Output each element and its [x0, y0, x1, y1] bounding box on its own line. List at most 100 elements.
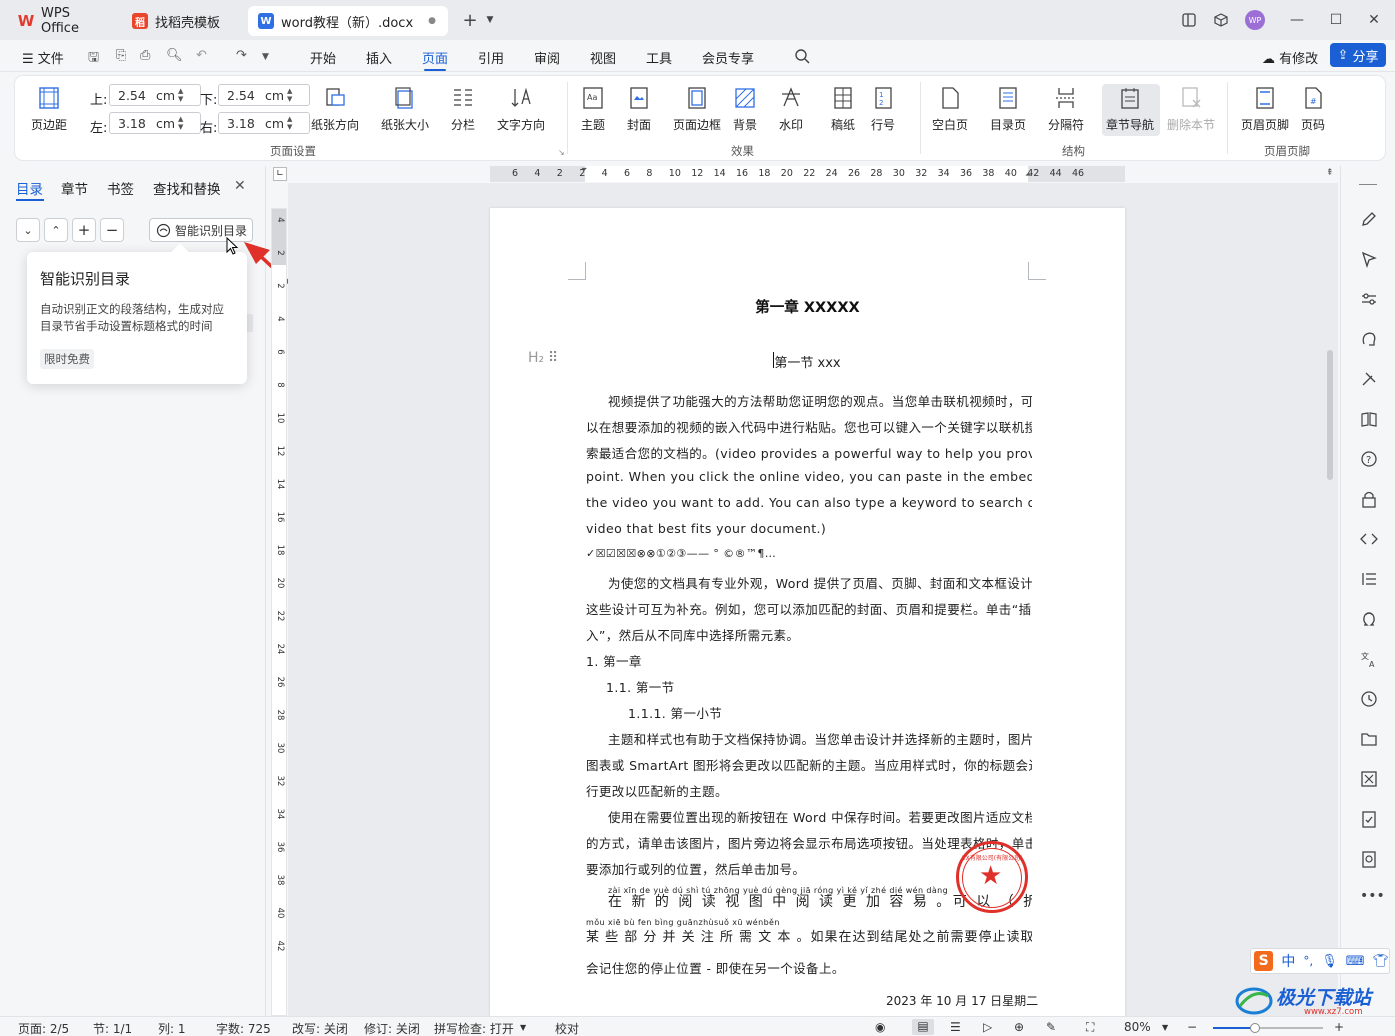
web-view-icon[interactable]: ⊕ — [1014, 1020, 1024, 1034]
tab-chapters[interactable]: 章节 — [61, 178, 88, 198]
header-footer-button[interactable]: 页眉页脚 — [1241, 86, 1289, 133]
redo-icon[interactable]: ↷ — [236, 48, 247, 63]
unsaved-dot-icon[interactable]: ● — [428, 16, 436, 26]
brain-icon[interactable] — [1360, 330, 1378, 348]
section-nav-button[interactable]: 章节导航 — [1106, 86, 1154, 133]
margins-button[interactable]: 页边距 — [31, 86, 67, 133]
chevron-down-icon[interactable]: ▼ — [520, 1023, 526, 1032]
document-check-icon[interactable] — [1360, 810, 1378, 828]
status-overtype[interactable]: 改写: 关闭 — [292, 1020, 348, 1036]
skin-icon[interactable]: 👕︎ — [1372, 954, 1389, 969]
status-section[interactable]: 节: 1/1 — [93, 1020, 132, 1036]
code-icon[interactable] — [1360, 530, 1378, 548]
print-preview-icon[interactable]: 🔍︎ — [166, 48, 183, 63]
avatar[interactable]: WP — [1245, 10, 1265, 30]
left-margin-field[interactable]: 3.18 cm ▲ ▼ — [109, 112, 201, 134]
menu-references[interactable]: 引用 — [478, 48, 504, 67]
stepper-icon[interactable]: ▲ ▼ — [178, 87, 190, 103]
status-page[interactable]: 页面: 2/5 — [18, 1020, 69, 1036]
status-words[interactable]: 字数: 725 — [216, 1020, 271, 1036]
lock-icon[interactable] — [1360, 490, 1378, 508]
paper-size-button[interactable]: 纸张大小 — [381, 86, 429, 133]
status-column[interactable]: 列: 1 — [158, 1020, 186, 1036]
play-icon[interactable]: ▷ — [983, 1020, 992, 1034]
separator-button[interactable]: 分隔符 — [1048, 86, 1084, 133]
collapse-button[interactable]: ⌄ — [16, 218, 40, 242]
theme-button[interactable]: Aa 主题 — [581, 86, 605, 133]
page-border-button[interactable]: 页面边框 — [673, 86, 721, 133]
blank-page-button[interactable]: 空白页 — [932, 86, 968, 133]
menu-insert[interactable]: 插入 — [366, 48, 392, 67]
folder-icon[interactable] — [1360, 730, 1378, 748]
has-changes-button[interactable]: ☁ 有修改 — [1262, 48, 1318, 67]
maximize-icon[interactable]: ☐ — [1326, 10, 1346, 30]
right-margin-field[interactable]: 3.18 cm ▲ ▼ — [218, 112, 310, 134]
pen-icon[interactable] — [1360, 210, 1378, 228]
zoom-in-icon[interactable]: + — [1334, 1020, 1344, 1034]
history-icon[interactable] — [1360, 690, 1378, 708]
chevron-down-icon[interactable]: ▼ — [480, 10, 500, 30]
punctuation-icon[interactable]: °, — [1303, 954, 1313, 968]
zoom-out-icon[interactable]: − — [1187, 1020, 1197, 1034]
search-icon[interactable] — [794, 48, 810, 64]
undo-icon[interactable]: ↶ — [196, 48, 207, 63]
save-icon[interactable]: 🖫 — [88, 48, 99, 70]
tools-icon[interactable] — [1360, 370, 1378, 388]
help-icon[interactable]: ? — [1360, 450, 1378, 468]
outline-icon[interactable] — [1360, 570, 1378, 588]
outline-view-icon[interactable]: ☰ — [950, 1020, 961, 1034]
tab-template[interactable]: 稻 找稻壳模板 — [122, 6, 244, 36]
expand-icon[interactable]: ↘ — [558, 148, 565, 157]
indent-marker-icon[interactable]: ⏷ — [581, 165, 587, 175]
new-tab-icon[interactable]: + — [460, 10, 480, 31]
zoom-dropdown-icon[interactable]: ▼ — [1162, 1023, 1168, 1032]
close-panel-icon[interactable]: ✕ — [234, 178, 246, 194]
pointer-icon[interactable] — [1360, 250, 1378, 268]
fit-page-icon[interactable]: ⛶ — [1086, 1020, 1094, 1035]
vertical-scrollbar[interactable] — [1327, 350, 1333, 480]
menu-view[interactable]: 视图 — [590, 48, 616, 67]
bottom-margin-field[interactable]: 2.54 cm ▲ ▼ — [218, 84, 310, 106]
manuscript-button[interactable]: 稿纸 — [831, 86, 855, 133]
translate-icon[interactable]: 文A — [1360, 650, 1378, 668]
zoom-slider-thumb[interactable] — [1250, 1023, 1260, 1033]
menu-member[interactable]: 会员专享 — [702, 48, 754, 67]
tab-document[interactable]: W word教程（新）.docx ● — [248, 6, 448, 36]
keyboard-icon[interactable]: ⌨ — [1346, 954, 1365, 969]
tab-find-replace[interactable]: 查找和替换 — [153, 178, 221, 198]
zoom-level[interactable]: 80% — [1124, 1020, 1151, 1034]
columns-button[interactable]: 分栏 — [451, 86, 475, 133]
stepper-icon[interactable]: ▲ ▼ — [178, 115, 190, 131]
symbol-icon[interactable] — [1360, 610, 1378, 628]
text-direction-button[interactable]: 文字方向 — [497, 86, 545, 133]
more-chevron-icon[interactable]: ▼ — [262, 52, 269, 62]
layout-icon[interactable] — [1179, 10, 1199, 30]
remove-heading-button[interactable]: − — [100, 218, 124, 242]
close-icon[interactable]: ✕ — [1364, 10, 1384, 30]
share-button[interactable]: ⇪ 分享 — [1330, 43, 1386, 67]
microphone-icon[interactable]: 🎙︎ — [1321, 954, 1338, 969]
document-search-icon[interactable] — [1360, 850, 1378, 868]
minimize-icon[interactable]: — — [1287, 10, 1307, 30]
print-icon[interactable]: ⎙ — [140, 48, 150, 63]
tab-bookmarks[interactable]: 书签 — [107, 178, 134, 198]
zoom-slider[interactable] — [1213, 1023, 1323, 1033]
eye-icon[interactable]: ◉ — [875, 1020, 885, 1034]
status-spellcheck[interactable]: 拼写检查: 打开 — [434, 1020, 514, 1036]
orientation-button[interactable]: 纸张方向 — [311, 86, 359, 133]
menu-start[interactable]: 开始 — [310, 48, 336, 67]
book-icon[interactable] — [1360, 410, 1378, 428]
sliders-icon[interactable] — [1360, 290, 1378, 308]
page-view-icon[interactable]: ▤ — [912, 1019, 934, 1035]
menu-review[interactable]: 审阅 — [534, 48, 560, 67]
cover-button[interactable]: 封面 — [627, 86, 651, 133]
stepper-icon[interactable]: ▲ ▼ — [287, 115, 299, 131]
right-indent-marker-icon[interactable]: ⏶ — [1025, 170, 1031, 180]
toc-page-button[interactable]: 目录页 — [990, 86, 1026, 133]
document-page[interactable]: 第一章 XXXXX H₂ ⠿ 第一节 xxx 视频提供了功能强大的方法帮助您证明… — [490, 208, 1125, 1016]
pen-mode-icon[interactable]: ✎ — [1046, 1020, 1056, 1034]
top-margin-field[interactable]: 2.54 cm ▲ ▼ — [109, 84, 201, 106]
watermark-button[interactable]: 水印 — [779, 86, 803, 133]
menu-page[interactable]: 页面 — [422, 48, 448, 71]
expand-button[interactable]: ⌃ — [44, 218, 68, 242]
